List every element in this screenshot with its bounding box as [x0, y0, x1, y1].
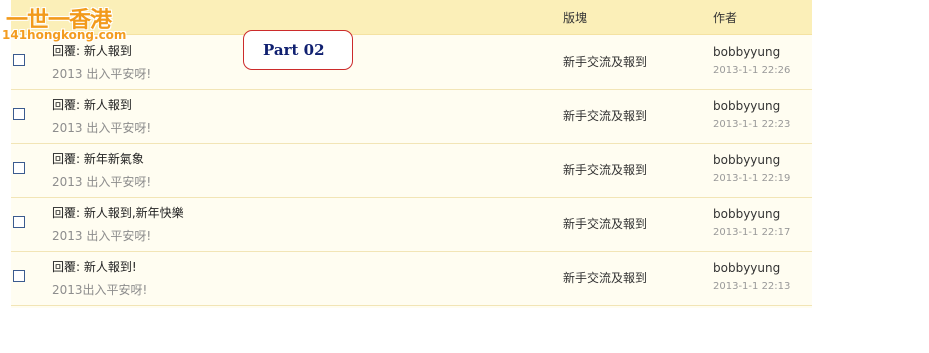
- table-row: 回覆: 新年新氣象 2013 出入平安呀! 新手交流及報到 bobbyyung …: [11, 143, 812, 198]
- board-link[interactable]: 新手交流及報到: [563, 215, 647, 232]
- post-datetime: 2013-1-1 22:19: [713, 173, 791, 184]
- part-label-text: Part 02: [263, 41, 325, 59]
- post-title-link[interactable]: 回覆: 新人報到: [52, 96, 132, 113]
- author-link[interactable]: bobbyyung: [713, 261, 780, 275]
- table-row: 回覆: 新人報到 2013 出入平安呀! 新手交流及報到 bobbyyung 2…: [11, 89, 812, 144]
- post-excerpt: 2013 出入平安呀!: [52, 121, 152, 135]
- board-link[interactable]: 新手交流及報到: [563, 53, 647, 70]
- row-checkbox[interactable]: [13, 108, 25, 120]
- post-datetime: 2013-1-1 22:13: [713, 281, 791, 292]
- post-title-link[interactable]: 回覆: 新人報到!: [52, 258, 137, 275]
- table-row: 回覆: 新人報到,新年快樂 2013 出入平安呀! 新手交流及報到 bobbyy…: [11, 197, 812, 252]
- post-datetime: 2013-1-1 22:26: [713, 65, 791, 76]
- post-excerpt: 2013 出入平安呀!: [52, 229, 152, 243]
- row-checkbox[interactable]: [13, 270, 25, 282]
- table-row: 回覆: 新人報到 2013 出入平安呀! 新手交流及報到 bobbyyung 2…: [11, 35, 812, 90]
- board-link[interactable]: 新手交流及報到: [563, 107, 647, 124]
- post-datetime: 2013-1-1 22:17: [713, 227, 791, 238]
- watermark-url: 141hongkong.com: [2, 28, 127, 42]
- table-header: 版塊 作者: [11, 0, 812, 35]
- board-column-header: 版塊: [563, 11, 588, 25]
- author-column-header: 作者: [713, 11, 738, 25]
- row-checkbox[interactable]: [13, 54, 25, 66]
- part-label-callout: Part 02: [243, 30, 353, 70]
- post-datetime: 2013-1-1 22:23: [713, 119, 791, 130]
- board-link[interactable]: 新手交流及報到: [563, 161, 647, 178]
- post-title-link[interactable]: 回覆: 新年新氣象: [52, 150, 144, 167]
- table-row: 回覆: 新人報到! 2013出入平安呀! 新手交流及報到 bobbyyung 2…: [11, 251, 812, 306]
- post-excerpt: 2013 出入平安呀!: [52, 175, 152, 189]
- board-link[interactable]: 新手交流及報到: [563, 269, 647, 286]
- posts-table: 版塊 作者 回覆: 新人報到 2013 出入平安呀! 新手交流及報到 bobby…: [11, 0, 812, 308]
- author-link[interactable]: bobbyyung: [713, 207, 780, 221]
- search-results-page: 版塊 作者 回覆: 新人報到 2013 出入平安呀! 新手交流及報到 bobby…: [0, 0, 929, 353]
- site-watermark-logo: 一世一香港 141hongkong.com: [0, 0, 126, 46]
- row-checkbox[interactable]: [13, 162, 25, 174]
- author-link[interactable]: bobbyyung: [713, 45, 780, 59]
- post-title-link[interactable]: 回覆: 新人報到,新年快樂: [52, 204, 184, 221]
- author-link[interactable]: bobbyyung: [713, 153, 780, 167]
- row-checkbox[interactable]: [13, 216, 25, 228]
- post-excerpt: 2013出入平安呀!: [52, 283, 148, 297]
- post-excerpt: 2013 出入平安呀!: [52, 67, 152, 81]
- author-link[interactable]: bobbyyung: [713, 99, 780, 113]
